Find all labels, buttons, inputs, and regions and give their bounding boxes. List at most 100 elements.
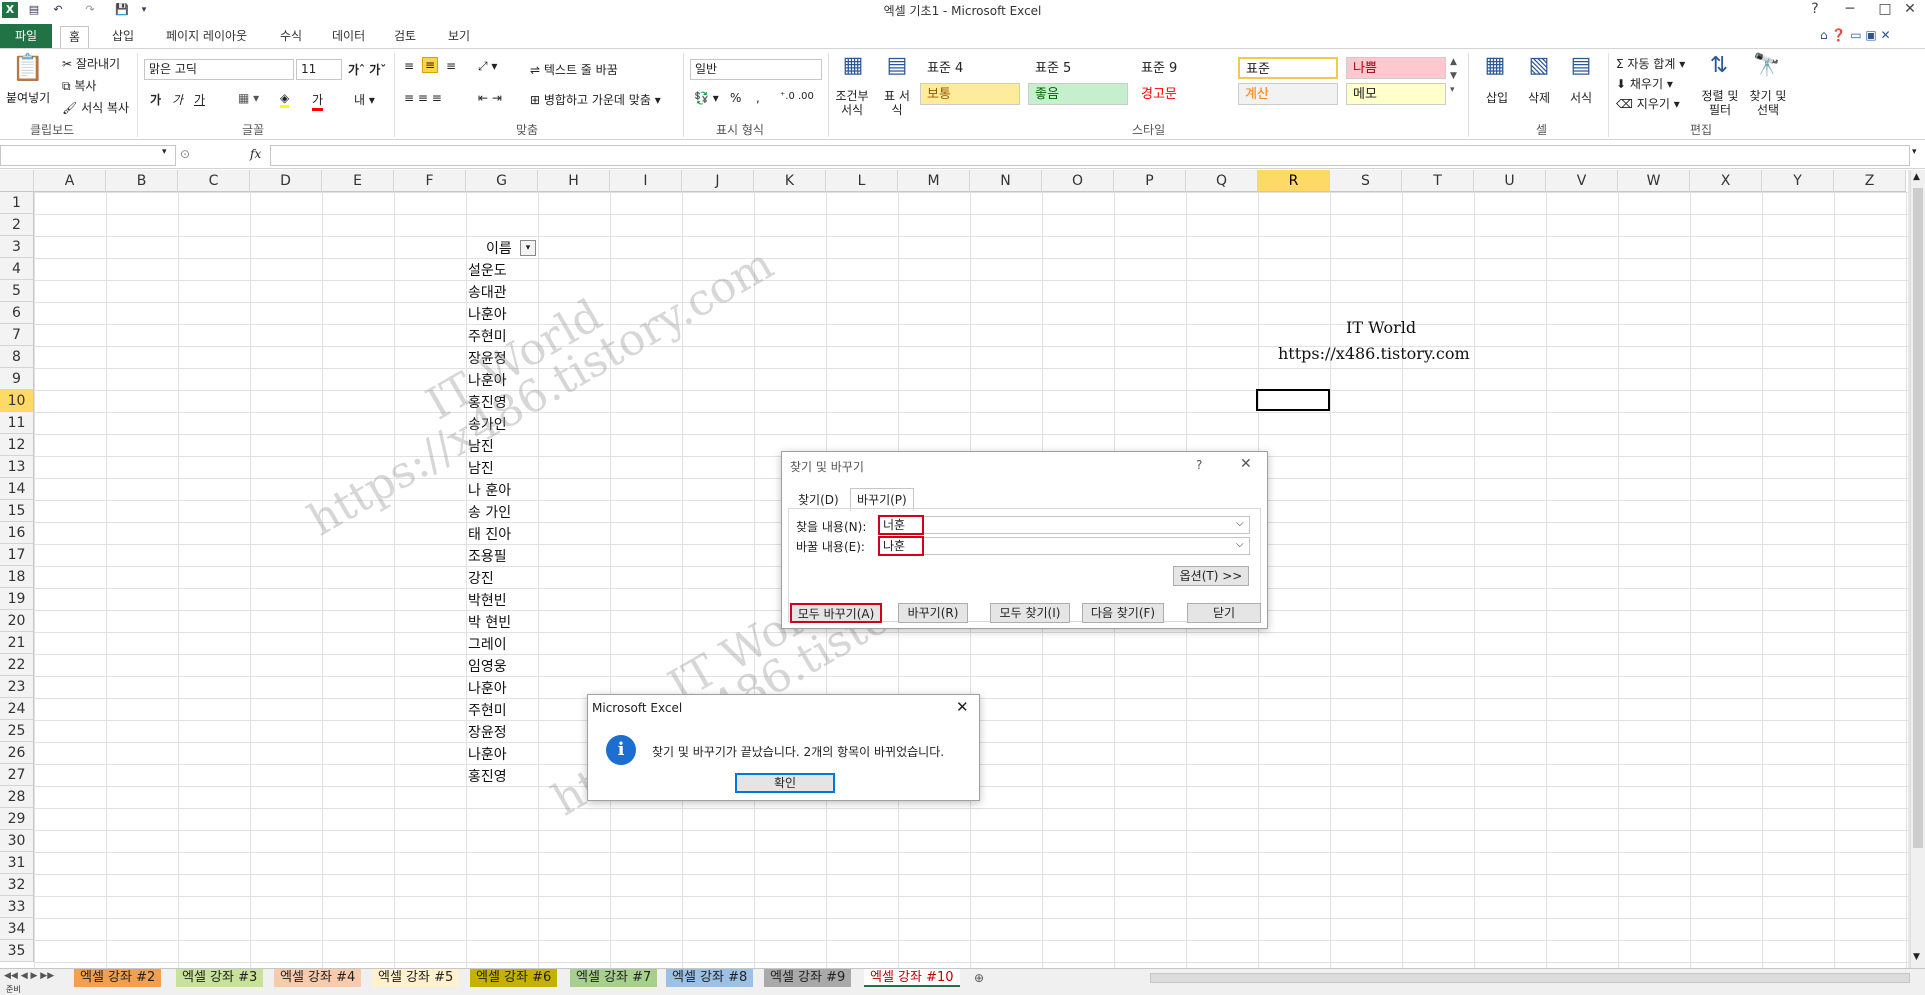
column-header[interactable]: P — [1114, 170, 1186, 192]
sort-filter-button[interactable]: 정렬 및 필터 — [1700, 89, 1740, 117]
scroll-up-icon[interactable]: ▲ — [1913, 172, 1920, 182]
column-header[interactable]: J — [682, 170, 754, 192]
format-cells-button[interactable]: 서식 — [1570, 89, 1592, 106]
style-gallery-scroll[interactable]: ▲ ▼ ▾ — [1450, 55, 1457, 97]
row-header[interactable]: 26 — [0, 742, 34, 764]
sheet-tab[interactable]: 엑셀 강좌 #2 — [74, 969, 162, 987]
replace-dropdown-icon[interactable]: ⌵ — [1236, 539, 1244, 550]
fill-color-icon[interactable]: ◈ — [280, 91, 290, 108]
column-header[interactable]: X — [1690, 170, 1762, 192]
clear-button[interactable]: ⌫ 지우기 ▾ — [1616, 95, 1680, 112]
name-box[interactable] — [0, 145, 176, 166]
delete-cells-icon[interactable]: ▧ — [1524, 53, 1554, 78]
column-header[interactable]: K — [754, 170, 826, 192]
copy-button[interactable]: ⧉ 복사 — [62, 77, 96, 94]
row-header[interactable]: 23 — [0, 676, 34, 698]
row-header[interactable]: 29 — [0, 808, 34, 830]
column-header[interactable]: W — [1618, 170, 1690, 192]
horizontal-scrollbar[interactable] — [1150, 973, 1910, 983]
row-header[interactable]: 33 — [0, 896, 34, 918]
indent-icon[interactable]: ⇤ ⇥ — [478, 91, 502, 105]
fill-button[interactable]: ⬇ 채우기 ▾ — [1616, 75, 1673, 92]
name-cell[interactable]: 장윤정 — [468, 348, 507, 368]
find-dropdown-icon[interactable]: ⌵ — [1236, 518, 1244, 529]
name-cell[interactable]: 남진 — [468, 458, 494, 478]
orientation-icon[interactable]: ⤢ ▾ — [478, 59, 497, 74]
align-left-icon[interactable]: ≡ ≡ ≡ — [404, 91, 442, 105]
format-cells-icon[interactable]: ▤ — [1566, 53, 1596, 78]
row-header[interactable]: 14 — [0, 478, 34, 500]
vertical-scrollbar-track[interactable]: ▲ ▼ — [1910, 170, 1925, 968]
insert-cells-button[interactable]: 삽입 — [1486, 89, 1508, 106]
row-header[interactable]: 32 — [0, 874, 34, 896]
decimal-icon[interactable]: ⁺.0 .00 — [780, 91, 814, 102]
row-header[interactable]: 4 — [0, 258, 34, 280]
name-cell[interactable]: 남진 — [468, 436, 494, 456]
bold-button[interactable]: 가 — [150, 91, 161, 108]
name-cell[interactable]: 강진 — [468, 568, 494, 588]
ribbon-right-icons[interactable]: ⌂ ❓ ▭ ▣ ✕ — [1820, 28, 1891, 42]
sheet-tab[interactable]: 엑셀 강좌 #10 — [864, 969, 960, 987]
options-button[interactable]: 옵션(T) >> — [1173, 566, 1249, 586]
column-header[interactable]: T — [1402, 170, 1474, 192]
name-cell[interactable]: 홍진영 — [468, 766, 507, 786]
delete-cells-button[interactable]: 삭제 — [1528, 89, 1550, 106]
row-header[interactable]: 2 — [0, 214, 34, 236]
tab-data[interactable]: 데이터 — [324, 26, 373, 48]
formula-expand-icon[interactable]: ⊙ — [180, 147, 190, 161]
row-header[interactable]: 17 — [0, 544, 34, 566]
column-header[interactable]: Q — [1186, 170, 1258, 192]
formula-bar-collapse-icon[interactable]: ▾ — [1912, 147, 1917, 157]
row-header[interactable]: 8 — [0, 346, 34, 368]
sheet-tab[interactable]: 엑셀 강좌 #9 — [764, 969, 852, 987]
find-select-icon[interactable]: 🔭 — [1752, 53, 1782, 78]
scroll-down-icon[interactable]: ▼ — [1913, 952, 1920, 962]
style-cell[interactable]: 메모 — [1346, 83, 1446, 105]
name-cell[interactable]: 나훈아 — [468, 304, 507, 324]
sheet-tab[interactable]: 엑셀 강좌 #5 — [372, 969, 460, 987]
row-header[interactable]: 6 — [0, 302, 34, 324]
row-header[interactable]: 1 — [0, 192, 34, 214]
font-size-select[interactable]: 11 — [296, 59, 342, 80]
column-header[interactable]: Y — [1762, 170, 1834, 192]
format-painter-button[interactable]: 🖌 서식 복사 — [62, 99, 129, 116]
conditional-format-icon[interactable]: ▦ — [836, 53, 870, 78]
minimize-button[interactable]: ─ — [1835, 0, 1865, 20]
insert-cells-icon[interactable]: ▦ — [1480, 53, 1510, 78]
style-cell[interactable]: 보통 — [920, 83, 1020, 105]
name-cell[interactable]: 박 현빈 — [468, 612, 511, 632]
row-header[interactable]: 7 — [0, 324, 34, 346]
ok-button[interactable]: 확인 — [735, 773, 835, 793]
column-header[interactable]: V — [1546, 170, 1618, 192]
column-header[interactable]: A — [34, 170, 106, 192]
replace-input[interactable]: 나훈 — [878, 537, 1250, 555]
style-cell[interactable]: 경고문 — [1134, 83, 1234, 105]
font-color-icon[interactable]: 가 — [312, 91, 324, 111]
conditional-format-button[interactable]: 조건부 서식 — [834, 89, 870, 117]
table-format-button[interactable]: 표 서식 — [880, 89, 914, 117]
column-header[interactable]: E — [322, 170, 394, 192]
row-header[interactable]: 13 — [0, 456, 34, 478]
row-header[interactable]: 9 — [0, 368, 34, 390]
style-cell[interactable]: 표준 5 — [1028, 57, 1128, 79]
row-header[interactable]: 18 — [0, 566, 34, 588]
tab-file[interactable]: 파일 — [0, 24, 52, 48]
align-bottom-icon[interactable]: ≡ — [446, 59, 456, 73]
merge-center-button[interactable]: ⊞ 병합하고 가운데 맞춤 ▾ — [530, 91, 661, 108]
name-cell[interactable]: 주현미 — [468, 326, 507, 346]
column-header[interactable]: C — [178, 170, 250, 192]
sheet-tab[interactable]: 엑셀 강좌 #7 — [570, 969, 658, 987]
row-header[interactable]: 25 — [0, 720, 34, 742]
row-header[interactable]: 16 — [0, 522, 34, 544]
row-header[interactable]: 5 — [0, 280, 34, 302]
name-cell[interactable]: 태 진아 — [468, 524, 511, 544]
autosum-button[interactable]: Σ 자동 합계 ▾ — [1616, 55, 1685, 72]
name-cell[interactable]: 송가인 — [468, 414, 507, 434]
paste-button[interactable]: 붙여넣기 — [6, 89, 50, 106]
column-header[interactable]: I — [610, 170, 682, 192]
message-box-close-icon[interactable]: ✕ — [956, 698, 969, 716]
font-name-select[interactable]: 맑은 고딕 — [144, 59, 294, 80]
column-header[interactable]: F — [394, 170, 466, 192]
find-input[interactable]: 너훈 — [878, 516, 1250, 534]
row-header[interactable]: 19 — [0, 588, 34, 610]
